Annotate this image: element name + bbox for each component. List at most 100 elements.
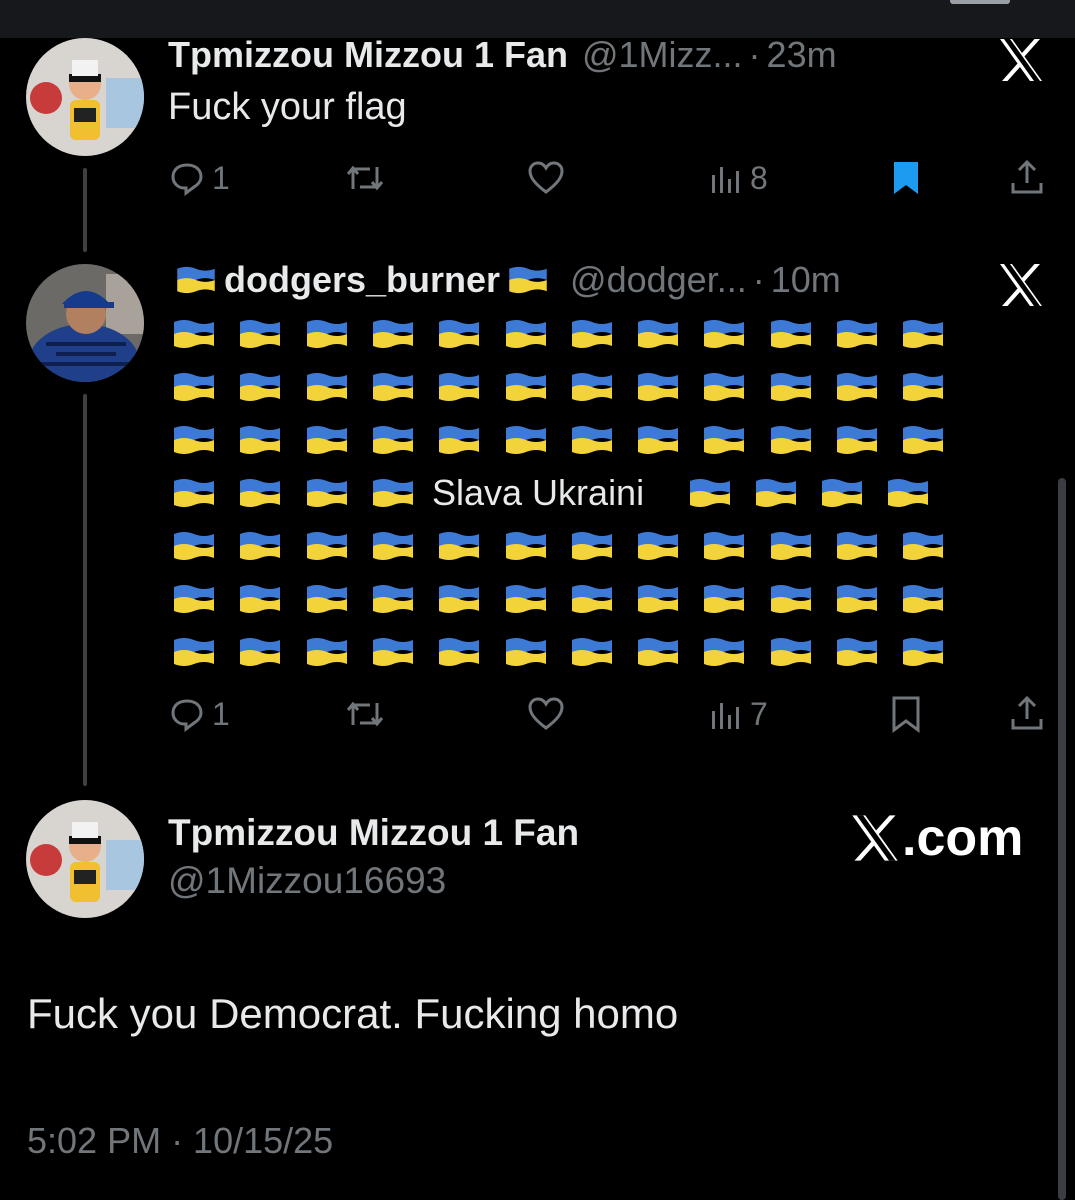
focus-name[interactable]: Tpmizzou Mizzou 1 Fan: [168, 812, 579, 854]
ukraine-flag-icon: [305, 477, 349, 509]
ukraine-flag-icon: [437, 371, 481, 403]
ukraine-flag-icon: [702, 636, 746, 668]
ukraine-flag-icon: [835, 583, 879, 615]
reply-button[interactable]: 1: [168, 158, 230, 198]
ukraine-flag-icon: [371, 583, 415, 615]
tweet1-text: Fuck your flag: [168, 86, 407, 128]
ukraine-flag-icon: [901, 424, 945, 456]
views-button[interactable]: 8: [708, 158, 768, 198]
ukraine-flag-icon: [174, 265, 218, 295]
ukraine-flag-icon: [172, 371, 216, 403]
ukraine-flag-icon: [371, 318, 415, 350]
ukraine-flag-icon: [769, 424, 813, 456]
ukraine-flag-icon: [901, 318, 945, 350]
retweet-icon: [346, 165, 384, 191]
ukraine-flag-icon: [702, 424, 746, 456]
ukraine-flag-icon: [305, 636, 349, 668]
like-icon: [528, 697, 564, 730]
ukraine-flag-icon: [305, 318, 349, 350]
bookmark-button[interactable]: [888, 694, 924, 734]
ukraine-flag-icon: [172, 424, 216, 456]
avatar-tpmizzou[interactable]: [26, 38, 144, 156]
ukraine-flag-icon: [371, 530, 415, 562]
ukraine-flag-icon: [504, 530, 548, 562]
ukraine-flag-icon: [702, 318, 746, 350]
ukraine-flag-icon: [371, 477, 415, 509]
ukraine-flag-icon: [238, 636, 282, 668]
x-logo-icon: [848, 811, 902, 865]
ukraine-flag-icon: [238, 530, 282, 562]
ukraine-flag-icon: [238, 318, 282, 350]
ukraine-flag-icon: [835, 371, 879, 403]
ukraine-flag-icon: [172, 583, 216, 615]
reply-icon: [171, 699, 203, 732]
share-button[interactable]: [1008, 694, 1046, 734]
x-com-watermark: .com: [848, 808, 1023, 868]
ukraine-flag-icon: [702, 371, 746, 403]
ukraine-flag-icon: [570, 530, 614, 562]
reply-count: 1: [212, 695, 230, 732]
like-button[interactable]: [526, 158, 566, 198]
ukraine-flag-icon: [835, 318, 879, 350]
tweet1-time[interactable]: 23m: [767, 34, 837, 76]
ukraine-flag-icon: [702, 583, 746, 615]
avatar-tpmizzou[interactable]: [26, 800, 144, 918]
ukraine-flag-icon: [820, 477, 864, 509]
focus-handle[interactable]: @1Mizzou16693: [168, 860, 446, 902]
ukraine-flag-icon: [504, 318, 548, 350]
ukraine-flag-icon: [901, 636, 945, 668]
ukraine-flag-icon: [636, 583, 680, 615]
ukraine-flag-icon: [901, 530, 945, 562]
ukraine-flag-icon: [636, 636, 680, 668]
ukraine-flag-icon: [688, 477, 732, 509]
share-button[interactable]: [1008, 158, 1046, 198]
tweet2-name[interactable]: dodgers_burner: [224, 259, 500, 301]
ukraine-flag-icon: [504, 636, 548, 668]
like-icon: [528, 161, 564, 194]
ukraine-flag-icon: [172, 636, 216, 668]
ukraine-flag-icon: [901, 371, 945, 403]
ukraine-flag-icon: [570, 318, 614, 350]
ukraine-flag-icon: [371, 636, 415, 668]
ukraine-flag-icon: [504, 583, 548, 615]
scrollbar[interactable]: [1058, 478, 1066, 1200]
ukraine-flag-icon: [437, 530, 481, 562]
ukraine-flag-icon: [305, 530, 349, 562]
views-button[interactable]: 7: [708, 694, 768, 734]
retweet-button[interactable]: [344, 158, 386, 198]
reply-button[interactable]: 1: [168, 694, 230, 734]
tweet1-dot: ·: [748, 34, 761, 75]
x-logo-icon: [996, 35, 1046, 85]
views-count: 7: [750, 695, 768, 732]
tweet1-name[interactable]: Tpmizzou Mizzou 1 Fan: [168, 34, 568, 76]
ukraine-flag-icon: [769, 583, 813, 615]
x-com-text: .com: [902, 809, 1024, 867]
bookmark-icon: [892, 696, 920, 733]
ukraine-flag-icon: [702, 530, 746, 562]
avatar-dodgers[interactable]: [26, 264, 144, 382]
focus-text: Fuck you Democrat. Fucking homo: [27, 990, 679, 1037]
ukraine-flag-icon: [570, 583, 614, 615]
ukraine-flag-icon: [504, 424, 548, 456]
bookmark-button[interactable]: [888, 158, 924, 198]
tweet2-handle[interactable]: @dodger...: [570, 259, 747, 301]
views-icon: [712, 703, 739, 729]
focus-timestamp[interactable]: 5:02 PM · 10/15/25: [27, 1120, 333, 1162]
ukraine-flag-icon: [886, 477, 930, 509]
ukraine-flag-icon: [769, 530, 813, 562]
ukraine-flag-icon: [238, 371, 282, 403]
tweet1-handle[interactable]: @1Mizz...: [582, 34, 743, 76]
share-icon: [1011, 159, 1043, 194]
retweet-button[interactable]: [344, 694, 386, 734]
ukraine-flag-icon: [506, 265, 550, 295]
ukraine-flag-icon: [437, 583, 481, 615]
views-count: 8: [750, 159, 768, 196]
ukraine-flag-icon: [769, 318, 813, 350]
ukraine-flag-icon: [437, 318, 481, 350]
like-button[interactable]: [526, 694, 566, 734]
views-icon: [712, 167, 739, 193]
ukraine-flag-icon: [172, 318, 216, 350]
ukraine-flag-icon: [570, 424, 614, 456]
tweet2-time[interactable]: 10m: [771, 259, 841, 301]
ukraine-flag-icon: [238, 424, 282, 456]
